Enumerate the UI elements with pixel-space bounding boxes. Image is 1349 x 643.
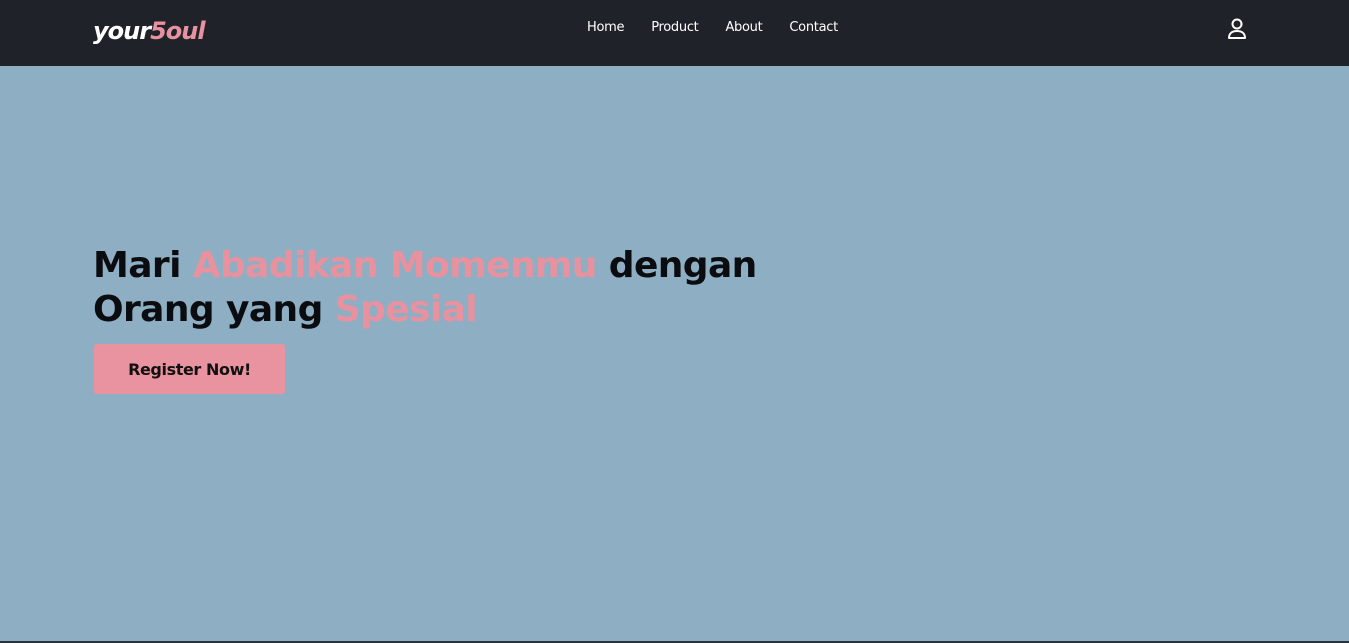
user-icon (1228, 18, 1246, 39)
brand-logo[interactable]: your5oul (93, 15, 206, 47)
brand-suffix: 5oul (150, 17, 205, 45)
hero-line1-part1: Mari (93, 245, 193, 286)
hero-section: Mari Abadikan Momenmu dengan Orang yang … (93, 244, 757, 332)
nav-links: Home Product About Contact (587, 18, 865, 38)
hero-line1-part3: dengan (596, 245, 758, 286)
register-button[interactable]: Register Now! (94, 344, 285, 394)
hero-title: Mari Abadikan Momenmu dengan Orang yang … (93, 244, 757, 332)
hero-line2-part1: Orang yang (93, 289, 335, 330)
navbar: your5oul Home Product About Contact (0, 0, 1349, 66)
nav-link-home[interactable]: Home (587, 18, 625, 38)
nav-link-about[interactable]: About (725, 18, 762, 38)
hero-highlight-1: Abadikan Momenmu (192, 245, 598, 286)
nav-link-product[interactable]: Product (651, 18, 699, 38)
nav-link-contact[interactable]: Contact (789, 18, 838, 38)
hero-highlight-2: Spesial (334, 289, 478, 330)
user-account-button[interactable] (1226, 17, 1248, 41)
brand-prefix: your (93, 17, 151, 45)
